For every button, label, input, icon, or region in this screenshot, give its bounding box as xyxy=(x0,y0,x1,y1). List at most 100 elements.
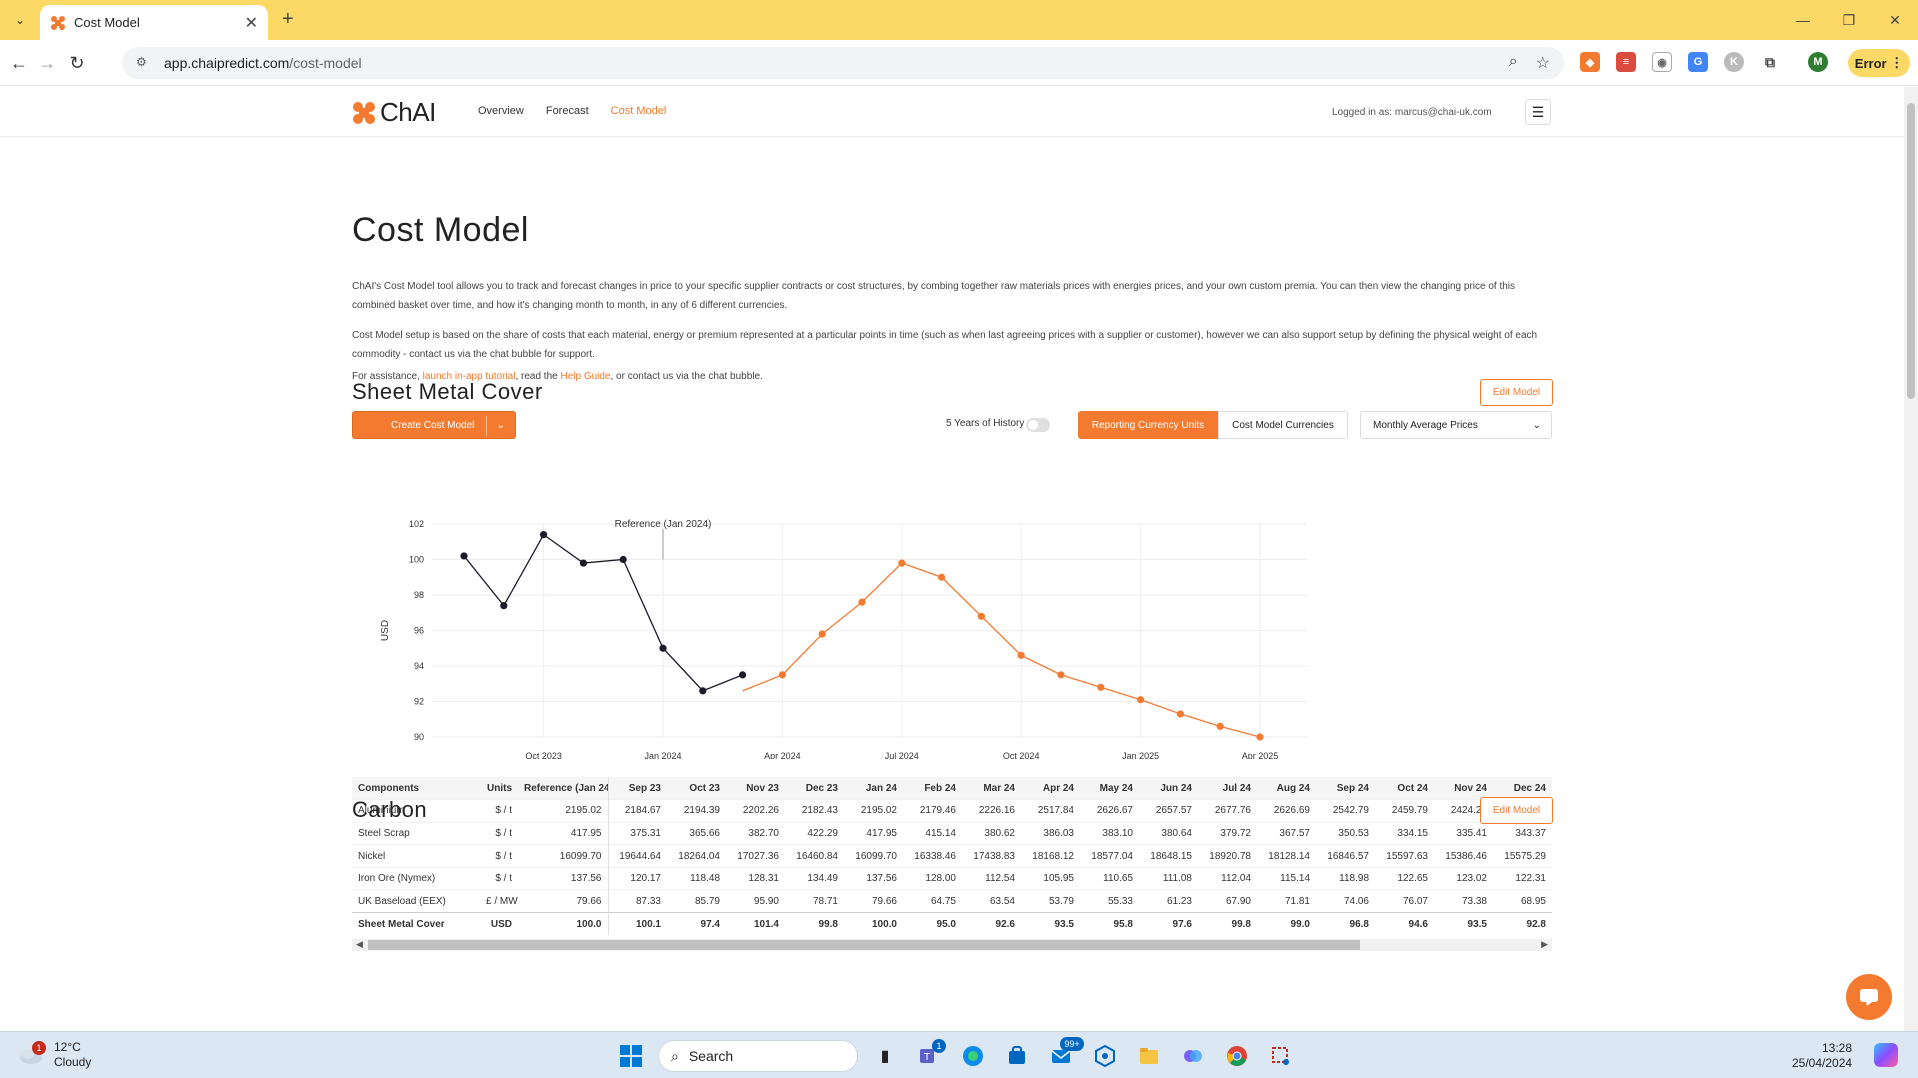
mail-icon[interactable]: 99+ xyxy=(1044,1037,1084,1073)
address-bar[interactable]: ⚙ app.chaipredict.com/cost-model ⌕ ☆ xyxy=(122,47,1564,79)
zoom-magnifier-icon[interactable]: ⌕ xyxy=(1509,53,1518,73)
extension-translate-icon[interactable]: G xyxy=(1688,52,1708,72)
table-cell: 382.70 xyxy=(726,821,785,845)
file-explorer-icon[interactable] xyxy=(1132,1039,1166,1073)
table-cell: 2195.02 xyxy=(844,799,903,823)
table-cell: 61.23 xyxy=(1139,889,1198,913)
edit-model-button[interactable]: Edit Model xyxy=(1480,379,1553,406)
table-body: Aluminium $ / t 2195.02 2184.67 2194.39 2202.… xyxy=(352,799,1552,936)
scroll-left-arrow-icon[interactable]: ◀ xyxy=(356,939,363,950)
extension-k-icon[interactable]: K xyxy=(1724,52,1744,72)
bookmark-star-icon[interactable]: ☆ xyxy=(1536,53,1550,73)
scroll-right-arrow-icon[interactable]: ▶ xyxy=(1541,939,1548,950)
table-cell: 16099.70 xyxy=(844,844,903,868)
browser-tab-active[interactable]: Cost Model ✕ xyxy=(40,5,268,40)
taskbar-search[interactable]: ⌕ Search xyxy=(658,1040,858,1072)
history-toggle-label: 5 Years of History xyxy=(946,418,1025,429)
tab-close-icon[interactable]: ✕ xyxy=(245,13,258,33)
nav-cost-model[interactable]: Cost Model xyxy=(611,105,667,117)
y-tick-label: 98 xyxy=(414,590,424,600)
table-cell: 85.79 xyxy=(667,889,726,913)
table-row: UK Baseload (EEX)£ / MWh79.6687.3385.799… xyxy=(352,889,1552,913)
snipping-tool-icon[interactable] xyxy=(1264,1039,1298,1073)
site-settings-icon[interactable]: ⚙ xyxy=(136,55,152,71)
table-cell: Iron Ore (Nymex) xyxy=(352,866,480,890)
nav-overview[interactable]: Overview xyxy=(478,105,524,117)
copilot-app-icon[interactable] xyxy=(1176,1039,1210,1073)
table-cell: 71.81 xyxy=(1257,889,1316,913)
windows-taskbar: 1 12°C Cloudy ⌕ Search ▮ T 1 99+ 13:28 2… xyxy=(0,1031,1918,1078)
task-view-icon[interactable]: ▮ xyxy=(868,1039,902,1073)
taskbar-apps: ⌕ Search ▮ T 1 99+ xyxy=(614,1037,1298,1073)
scrollbar-thumb[interactable] xyxy=(368,940,1360,950)
forward-arrow-icon[interactable]: → xyxy=(34,50,60,76)
chat-bubble-button[interactable] xyxy=(1846,974,1892,1020)
chevron-down-icon[interactable]: ⌄ xyxy=(497,420,505,431)
reload-icon[interactable]: ↻ xyxy=(64,50,90,76)
model-title-carbon: Carbon xyxy=(352,797,428,822)
table-cell: 386.03 xyxy=(1021,821,1080,845)
table-total-cell: 101.4 xyxy=(726,912,785,936)
data-point xyxy=(898,559,906,567)
tab-list-chevron-icon[interactable]: ⌄ xyxy=(8,8,32,32)
taskbar-clock[interactable]: 13:28 25/04/2024 xyxy=(1792,1041,1852,1071)
table-cell: 73.38 xyxy=(1434,889,1493,913)
copilot-icon[interactable] xyxy=(1874,1043,1898,1067)
chat-icon xyxy=(1860,989,1878,1006)
restore-icon[interactable]: ❐ xyxy=(1826,0,1872,40)
y-axis-label: USD xyxy=(380,620,391,641)
close-window-icon[interactable]: ✕ xyxy=(1872,0,1918,40)
table-cell: 18648.15 xyxy=(1139,844,1198,868)
new-tab-plus-icon[interactable]: + xyxy=(282,8,294,31)
table-cell: 2542.79 xyxy=(1316,799,1375,823)
table-cell: 112.04 xyxy=(1198,866,1257,890)
reporting-currency-units-tab[interactable]: Reporting Currency Units xyxy=(1078,411,1218,439)
chrome-icon[interactable] xyxy=(1220,1039,1254,1073)
table-cell: 118.48 xyxy=(667,866,726,890)
extension-orange-icon[interactable]: ◆ xyxy=(1580,52,1600,72)
page-scrollbar-thumb[interactable] xyxy=(1907,103,1915,399)
history-toggle-switch[interactable] xyxy=(1026,418,1050,432)
store-icon[interactable] xyxy=(1000,1039,1034,1073)
price-mode-select[interactable]: Monthly Average Prices ⌄ xyxy=(1360,411,1552,439)
hamburger-menu-icon[interactable]: ☰ xyxy=(1525,99,1551,125)
table-cell: 2182.43 xyxy=(785,799,844,823)
minimize-icon[interactable]: — xyxy=(1780,0,1826,40)
back-arrow-icon[interactable]: ← xyxy=(6,50,32,76)
windows-start-icon[interactable] xyxy=(614,1039,648,1073)
extensions-puzzle-icon[interactable]: ⧉ xyxy=(1760,52,1780,72)
table-cell: Nickel xyxy=(352,844,480,868)
chai-logo[interactable]: ChAI xyxy=(352,97,436,128)
search-label: Search xyxy=(688,1048,734,1064)
create-cost-model-label: Create Cost Model xyxy=(391,419,475,431)
table-total-cell: 92.8 xyxy=(1493,912,1552,936)
browser-error-button[interactable]: Error ⋮ xyxy=(1848,49,1910,77)
table-header-cell: Jan 24 xyxy=(865,782,897,794)
page-vertical-scrollbar[interactable] xyxy=(1904,87,1918,1031)
nav-forecast[interactable]: Forecast xyxy=(546,105,589,117)
x-tick-label: Apr 2025 xyxy=(1242,751,1279,759)
table-cell: 53.79 xyxy=(1021,889,1080,913)
create-cost-model-button[interactable]: Create Cost Model ⌄ xyxy=(352,411,516,439)
cost-model-currencies-tab[interactable]: Cost Model Currencies xyxy=(1218,411,1348,439)
table-cell: $ / t xyxy=(480,799,518,823)
table-total-cell: 99.8 xyxy=(785,912,844,936)
chai-logo-mark-icon xyxy=(353,101,375,124)
profile-avatar[interactable]: M xyxy=(1808,52,1828,72)
svg-text:T: T xyxy=(923,1052,931,1063)
data-point xyxy=(818,630,826,638)
profile-initial: M xyxy=(1813,56,1823,68)
help-guide-link[interactable]: Help Guide xyxy=(560,371,610,382)
weather-widget[interactable]: 1 12°C Cloudy xyxy=(18,1040,91,1070)
edit-model-button-carbon[interactable]: Edit Model xyxy=(1480,797,1553,824)
extension-todoist-icon[interactable]: ≡ xyxy=(1616,52,1636,72)
teams-icon[interactable]: T 1 xyxy=(912,1039,946,1073)
table-header-cell: Units xyxy=(487,782,512,794)
table-horizontal-scrollbar[interactable]: ◀ ▶ xyxy=(352,939,1552,951)
table-cell: 18128.14 xyxy=(1257,844,1316,868)
edge-browser-icon[interactable] xyxy=(956,1039,990,1073)
vpn-hexagon-icon[interactable] xyxy=(1088,1039,1122,1073)
table-total-cell: 95.0 xyxy=(903,912,962,936)
table-cell: 16846.57 xyxy=(1316,844,1375,868)
extension-camera-icon[interactable]: ◉ xyxy=(1652,52,1672,72)
